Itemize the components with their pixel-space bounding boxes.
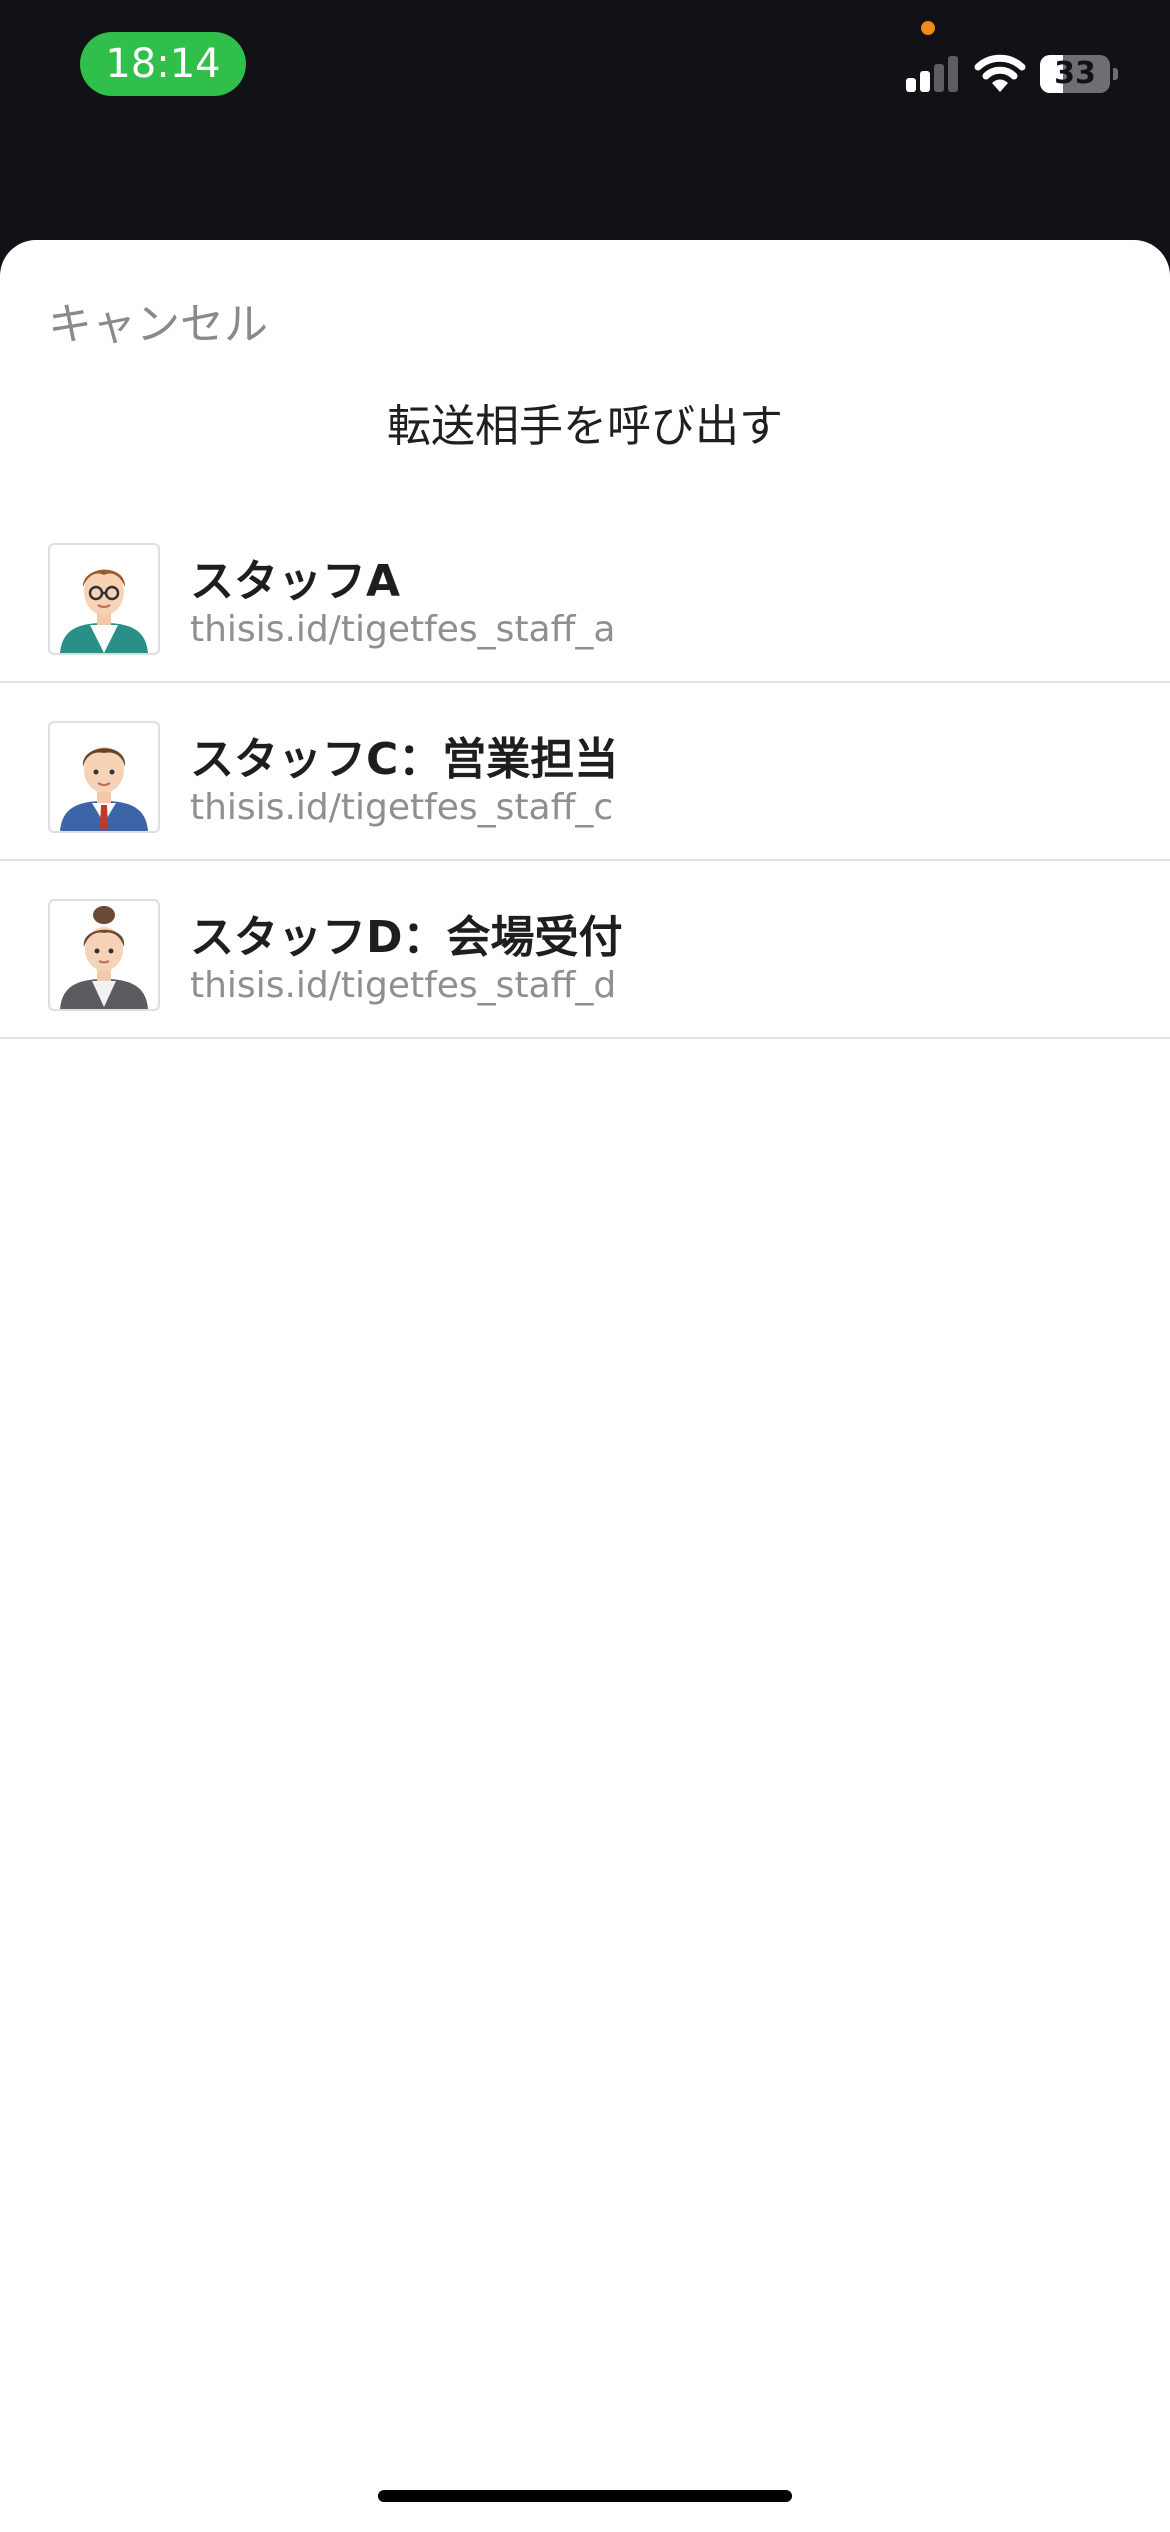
home-indicator[interactable] (378, 2490, 792, 2502)
bottom-sheet: キャンセル 転送相手を呼び出す スタッフA thisis.id/tigetfes… (0, 240, 1170, 2532)
avatar (48, 899, 160, 1011)
contact-row[interactable]: スタッフC：営業担当 thisis.id/tigetfes_staff_c (0, 683, 1170, 861)
contact-url: thisis.id/tigetfes_staff_c (190, 787, 614, 828)
battery-icon: 33 (1040, 55, 1118, 93)
contact-row[interactable]: スタッフD：会場受付 thisis.id/tigetfes_staff_d (0, 861, 1170, 1039)
contact-name: スタッフC：営業担当 (190, 734, 619, 785)
status-time[interactable]: 18:14 (80, 32, 246, 96)
contact-url: thisis.id/tigetfes_staff_d (190, 965, 617, 1006)
contact-name: スタッフD：会場受付 (190, 912, 623, 963)
contact-list: スタッフA thisis.id/tigetfes_staff_a スタッフC：営… (0, 505, 1170, 1039)
avatar (48, 543, 160, 655)
status-bar: 18:14 33 (0, 0, 1170, 240)
cancel-button[interactable]: キャンセル (48, 288, 268, 352)
privacy-indicator-dot (921, 21, 935, 35)
contact-url: thisis.id/tigetfes_staff_a (190, 609, 616, 650)
signal-icon (906, 56, 958, 92)
battery-level: 33 (1054, 56, 1096, 91)
contact-row[interactable]: スタッフA thisis.id/tigetfes_staff_a (0, 505, 1170, 683)
wifi-icon (974, 54, 1026, 94)
sheet-title: 転送相手を呼び出す (387, 401, 783, 452)
contact-name: スタッフA (190, 556, 401, 607)
avatar (48, 721, 160, 833)
